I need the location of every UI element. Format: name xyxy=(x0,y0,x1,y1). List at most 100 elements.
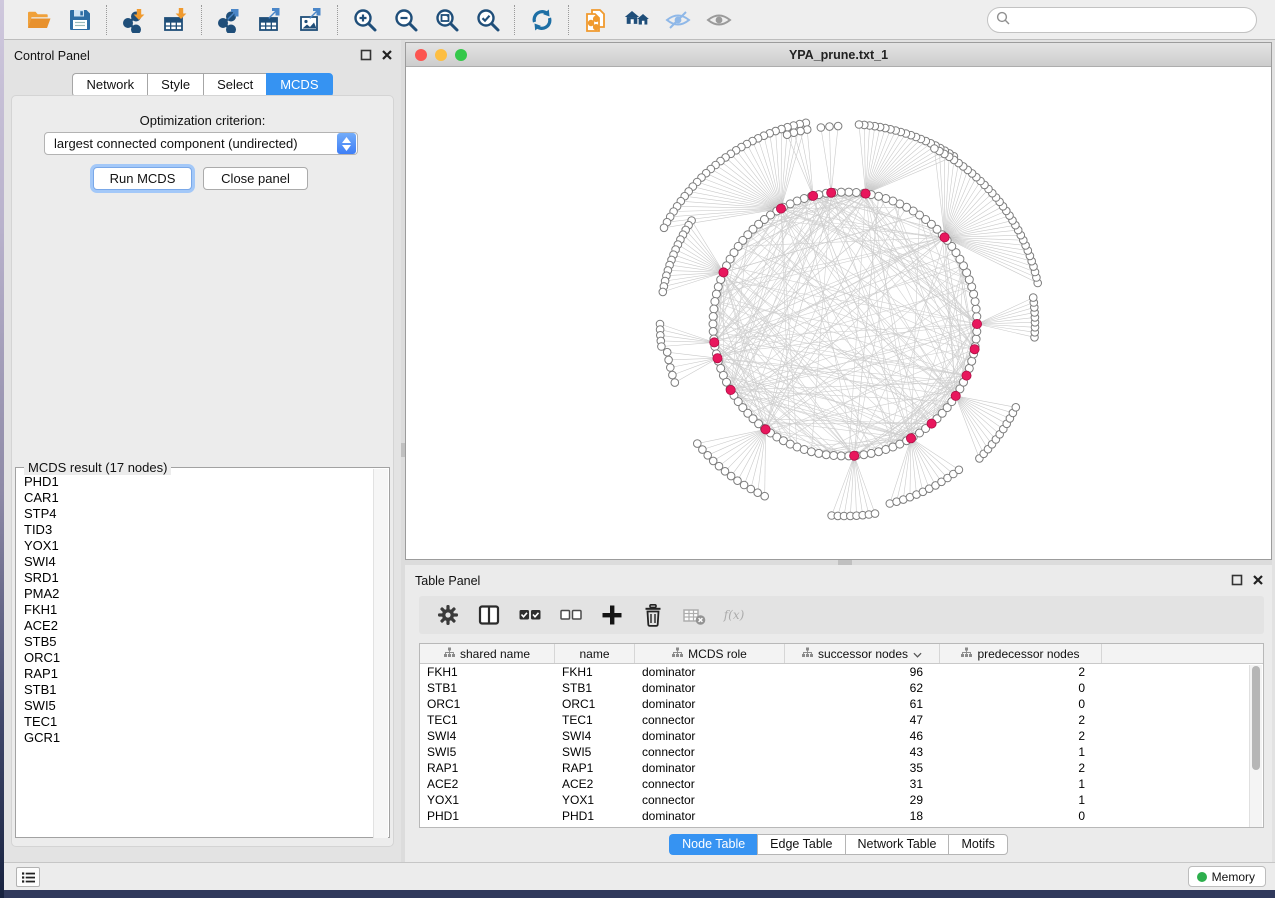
import-network-icon[interactable] xyxy=(120,6,147,33)
tab-mcds[interactable]: MCDS xyxy=(266,73,332,97)
mcds-result-item[interactable]: PHD1 xyxy=(18,474,374,490)
zoom-out-icon[interactable] xyxy=(392,6,419,33)
zoom-in-icon[interactable] xyxy=(351,6,378,33)
close-panel-icon[interactable] xyxy=(1252,574,1264,586)
refresh-layout-icon[interactable] xyxy=(528,6,555,33)
mcds-result-item[interactable]: GCR1 xyxy=(18,730,374,746)
tab-node-table[interactable]: Node Table xyxy=(669,834,757,855)
cell-name: TEC1 xyxy=(555,712,635,728)
cell-shared-name: ACE2 xyxy=(420,776,555,792)
cell-shared-name: PHD1 xyxy=(420,808,555,824)
float-panel-icon[interactable] xyxy=(360,49,372,61)
cell-predecessor-nodes: 2 xyxy=(940,712,1102,728)
tab-motifs[interactable]: Motifs xyxy=(948,834,1007,855)
table-row[interactable]: ORC1ORC1dominator610 xyxy=(420,696,1263,712)
settings-gear-icon[interactable] xyxy=(436,603,460,627)
table-row[interactable]: PHD1PHD1dominator180 xyxy=(420,808,1263,824)
save-session-icon[interactable] xyxy=(66,6,93,33)
import-table-icon[interactable] xyxy=(161,6,188,33)
table-scrollbar[interactable] xyxy=(1249,665,1262,827)
tab-network-table[interactable]: Network Table xyxy=(845,834,949,855)
tab-edge-table[interactable]: Edge Table xyxy=(757,834,844,855)
float-panel-icon[interactable] xyxy=(1231,574,1243,586)
cell-predecessor-nodes: 1 xyxy=(940,744,1102,760)
hide-selected-icon[interactable] xyxy=(664,6,691,33)
cell-MCDS-role: connector xyxy=(635,792,785,808)
export-image-icon[interactable] xyxy=(297,6,324,33)
mcds-result-item[interactable]: TID3 xyxy=(18,522,374,538)
show-all-icon[interactable] xyxy=(705,6,732,33)
mcds-result-item[interactable]: PMA2 xyxy=(18,586,374,602)
table-body: FKH1FKH1dominator962STB1STB1dominator620… xyxy=(420,664,1263,824)
mcds-result-item[interactable]: STB5 xyxy=(18,634,374,650)
table-row[interactable]: SWI4SWI4dominator462 xyxy=(420,728,1263,744)
zoom-selected-icon[interactable] xyxy=(474,6,501,33)
deselect-all-icon[interactable] xyxy=(559,603,583,627)
table-row[interactable]: RAP1RAP1dominator352 xyxy=(420,760,1263,776)
main-toolbar xyxy=(4,0,1275,40)
mcds-result-item[interactable]: STB1 xyxy=(18,682,374,698)
cell-shared-name: RAP1 xyxy=(420,760,555,776)
function-builder-icon: f(x) xyxy=(723,603,747,627)
scrollbar-thumb[interactable] xyxy=(1252,666,1260,770)
control-panel-tabs: NetworkStyleSelectMCDS xyxy=(4,73,401,97)
delete-column-icon[interactable] xyxy=(641,603,665,627)
mcds-result-item[interactable]: FKH1 xyxy=(18,602,374,618)
mcds-result-item[interactable]: TEC1 xyxy=(18,714,374,730)
cell-shared-name: SWI5 xyxy=(420,744,555,760)
tab-select[interactable]: Select xyxy=(203,73,266,97)
table-row[interactable]: SWI5SWI5connector431 xyxy=(420,744,1263,760)
delete-table-icon xyxy=(682,603,706,627)
cell-MCDS-role: dominator xyxy=(635,760,785,776)
table-row[interactable]: ACE2ACE2connector311 xyxy=(420,776,1263,792)
mcds-result-item[interactable]: STP4 xyxy=(18,506,374,522)
mcds-result-item[interactable]: ACE2 xyxy=(18,618,374,634)
zoom-fit-icon[interactable] xyxy=(433,6,460,33)
first-neighbors-icon[interactable] xyxy=(623,6,650,33)
select-all-icon[interactable] xyxy=(518,603,542,627)
open-file-icon[interactable] xyxy=(25,6,52,33)
search-field[interactable] xyxy=(987,7,1257,33)
cell-shared-name: SWI4 xyxy=(420,728,555,744)
column-header-predecessor-nodes[interactable]: predecessor nodes xyxy=(940,644,1102,663)
cell-predecessor-nodes: 0 xyxy=(940,808,1102,824)
mcds-result-item[interactable]: YOX1 xyxy=(18,538,374,554)
optimization-criterion-select[interactable]: largest connected component (undirected) xyxy=(44,132,358,155)
table-row[interactable]: YOX1YOX1connector291 xyxy=(420,792,1263,808)
run-mcds-button[interactable]: Run MCDS xyxy=(93,167,192,190)
mcds-result-item[interactable]: CAR1 xyxy=(18,490,374,506)
cell-predecessor-nodes: 0 xyxy=(940,696,1102,712)
table-row[interactable]: TEC1TEC1connector472 xyxy=(420,712,1263,728)
network-canvas[interactable] xyxy=(406,68,1271,559)
column-header-name[interactable]: name xyxy=(555,644,635,663)
network-window-titlebar[interactable]: YPA_prune.txt_1 xyxy=(406,43,1271,67)
mcds-result-item[interactable]: SWI4 xyxy=(18,554,374,570)
mcds-list-scrollbar[interactable] xyxy=(373,469,388,838)
search-input[interactable] xyxy=(1010,10,1256,30)
column-header-successor-nodes[interactable]: successor nodes xyxy=(785,644,940,663)
mcds-result-item[interactable]: SRD1 xyxy=(18,570,374,586)
close-panel-button[interactable]: Close panel xyxy=(203,167,308,190)
tab-style[interactable]: Style xyxy=(147,73,203,97)
mcds-result-title: MCDS result (17 nodes) xyxy=(24,460,171,475)
table-row[interactable]: STB1STB1dominator620 xyxy=(420,680,1263,696)
export-table-icon[interactable] xyxy=(256,6,283,33)
column-header-shared-name[interactable]: shared name xyxy=(420,644,555,663)
tab-network[interactable]: Network xyxy=(72,73,147,97)
table-row[interactable]: FKH1FKH1dominator962 xyxy=(420,664,1263,680)
close-panel-icon[interactable] xyxy=(381,49,393,61)
column-label: MCDS role xyxy=(688,647,747,661)
mcds-result-item[interactable]: RAP1 xyxy=(18,666,374,682)
add-column-icon[interactable] xyxy=(600,603,624,627)
column-header-MCDS-role[interactable]: MCDS role xyxy=(635,644,785,663)
task-history-button[interactable] xyxy=(16,867,40,887)
mcds-result-item[interactable]: ORC1 xyxy=(18,650,374,666)
export-network-icon[interactable] xyxy=(215,6,242,33)
mcds-result-list[interactable]: PHD1CAR1STP4TID3YOX1SWI4SRD1PMA2FKH1ACE2… xyxy=(18,474,374,834)
cell-MCDS-role: dominator xyxy=(635,728,785,744)
clone-network-icon[interactable] xyxy=(582,6,609,33)
memory-button[interactable]: Memory xyxy=(1188,866,1266,887)
column-type-icon xyxy=(672,647,683,661)
column-layout-icon[interactable] xyxy=(477,603,501,627)
mcds-result-item[interactable]: SWI5 xyxy=(18,698,374,714)
